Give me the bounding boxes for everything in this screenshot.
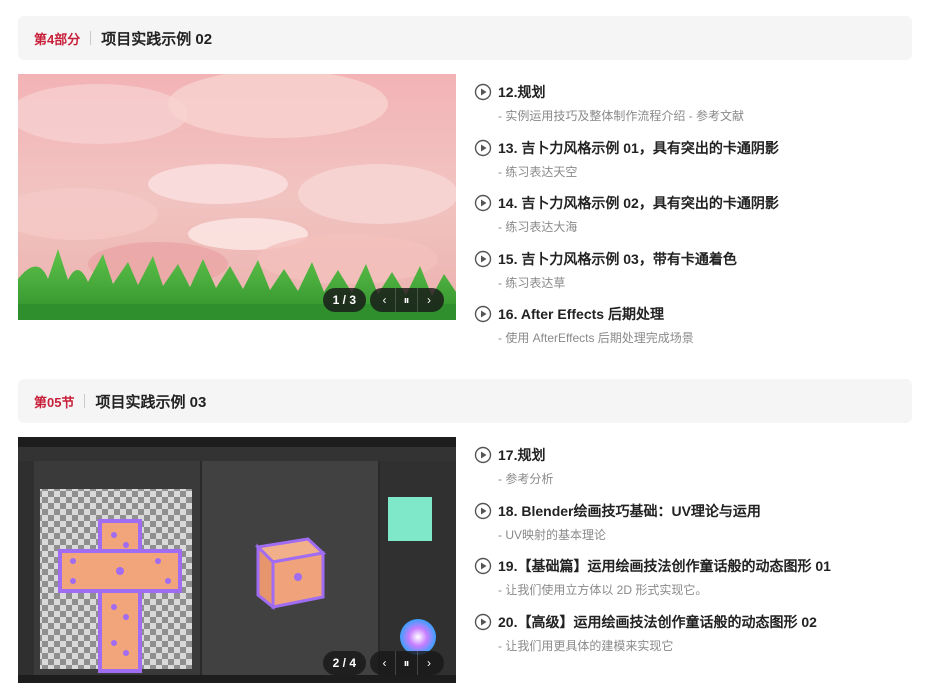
lesson-item[interactable]: 12.规划 - 实例运用技巧及整体制作流程介绍 - 参考文献 <box>474 81 914 137</box>
slider-controls: 1 / 3 ‹ ⏸ › <box>322 288 444 312</box>
lesson-subtitle: - 练习表达天空 <box>498 164 578 179</box>
section-header: 第4部分 项目实践示例 02 <box>18 16 912 60</box>
play-circle-icon <box>474 139 492 156</box>
preview-slider: 2 / 4 ‹ ⏸ › <box>18 437 456 683</box>
lesson-title[interactable]: 19.【基础篇】运用绘画技法创作童话般的动态图形 01 <box>498 556 831 576</box>
lesson-item[interactable]: 15. 吉卜力风格示例 03，带有卡通着色 - 练习表达草 <box>474 248 914 304</box>
slide-counter: 2 / 4 <box>322 651 366 675</box>
lesson-subtitle: - 实例运用技巧及整体制作流程介绍 - 参考文献 <box>498 109 744 123</box>
lesson-subtitle: - 使用 AfterEffects 后期处理完成场景 <box>498 331 694 346</box>
lesson-item[interactable]: 19.【基础篇】运用绘画技法创作童话般的动态图形 01 - 让我们使用立方体以 … <box>474 555 914 611</box>
lesson-list: 17.规划 - 参考分析 18. Blender绘画技巧基础：UV理论与运用 -… <box>474 444 914 666</box>
prev-slide-button[interactable]: ‹ <box>374 651 396 675</box>
slider-nav: ‹ ⏸ › <box>370 651 444 675</box>
lesson-subtitle: - 参考分析 <box>498 472 554 486</box>
play-circle-icon <box>474 613 492 630</box>
part-label: 第05节 <box>34 394 75 410</box>
lesson-title[interactable]: 20.【高级】运用绘画技法创作童话般的动态图形 02 <box>498 612 817 632</box>
next-slide-button[interactable]: › <box>418 288 440 312</box>
lesson-title[interactable]: 12.规划 <box>498 82 545 102</box>
play-circle-icon <box>474 502 492 519</box>
lesson-title[interactable]: 15. 吉卜力风格示例 03，带有卡通着色 <box>498 249 737 269</box>
play-circle-icon <box>474 194 492 212</box>
section-title: 项目实践示例 02 <box>101 30 213 48</box>
next-slide-button[interactable]: › <box>418 651 440 675</box>
lesson-subtitle: - 让我们使用立方体以 2D 形式实现它。 <box>498 583 708 598</box>
lesson-item[interactable]: 20.【高级】运用绘画技法创作童话般的动态图形 02 - 让我们用更具体的建模来… <box>474 611 914 667</box>
lesson-title[interactable]: 18. Blender绘画技巧基础：UV理论与运用 <box>498 501 761 521</box>
lesson-title[interactable]: 17.规划 <box>498 445 545 465</box>
lesson-title[interactable]: 16. After Effects 后期处理 <box>498 304 664 324</box>
lesson-subtitle: - 练习表达草 <box>498 275 566 290</box>
pause-button[interactable]: ⏸ <box>396 288 418 312</box>
slider-controls: 2 / 4 ‹ ⏸ › <box>322 651 444 675</box>
play-circle-icon <box>474 306 492 323</box>
lesson-item[interactable]: 13. 吉卜力风格示例 01，具有突出的卡通阴影 - 练习表达天空 <box>474 137 914 193</box>
pause-button[interactable]: ⏸ <box>396 651 418 675</box>
lesson-title[interactable]: 14. 吉卜力风格示例 02，具有突出的卡通阴影 <box>498 193 779 213</box>
section-header: 第05节 项目实践示例 03 <box>18 379 912 423</box>
lesson-subtitle: - 让我们用更具体的建模来实现它 <box>498 638 674 653</box>
ghibli-sky-preview-image <box>18 74 456 320</box>
blender-uv-preview-image <box>18 437 456 683</box>
prev-slide-button[interactable]: ‹ <box>374 288 396 312</box>
slide-counter: 1 / 3 <box>322 288 366 312</box>
divider <box>84 394 86 408</box>
divider <box>90 31 92 45</box>
preview-slider: 1 / 3 ‹ ⏸ › <box>18 74 456 320</box>
lesson-subtitle: - 练习表达大海 <box>498 220 578 235</box>
play-circle-icon <box>474 557 492 575</box>
lesson-title[interactable]: 13. 吉卜力风格示例 01，具有突出的卡通阴影 <box>498 138 779 158</box>
play-circle-icon <box>474 83 492 101</box>
lesson-subtitle: - UV映射的基本理论 <box>498 527 607 542</box>
lesson-list: 12.规划 - 实例运用技巧及整体制作流程介绍 - 参考文献 13. 吉卜力风格… <box>474 81 914 359</box>
play-circle-icon <box>474 446 492 464</box>
play-circle-icon <box>474 250 492 267</box>
lesson-item[interactable]: 14. 吉卜力风格示例 02，具有突出的卡通阴影 - 练习表达大海 <box>474 192 914 248</box>
lesson-item[interactable]: 16. After Effects 后期处理 - 使用 AfterEffects… <box>474 303 914 359</box>
slider-nav: ‹ ⏸ › <box>370 288 444 312</box>
lesson-item[interactable]: 18. Blender绘画技巧基础：UV理论与运用 - UV映射的基本理论 <box>474 500 914 556</box>
lesson-item[interactable]: 17.规划 - 参考分析 <box>474 444 914 500</box>
section-title: 项目实践示例 03 <box>95 393 207 411</box>
part-label: 第4部分 <box>34 31 81 47</box>
